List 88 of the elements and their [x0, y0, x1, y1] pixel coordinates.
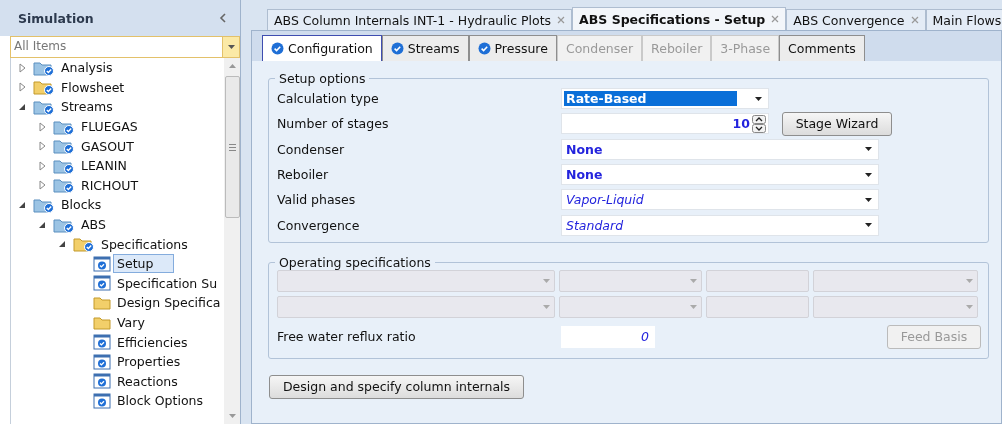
group-title: Setup options [278, 71, 367, 86]
checked-folder-icon [33, 79, 55, 96]
tree-item[interactable]: Specification Su [113, 273, 222, 293]
design-internals-button[interactable]: Design and specify column internals [269, 374, 524, 399]
close-icon[interactable] [910, 16, 919, 24]
field-label: Condenser [277, 141, 346, 157]
form-tab[interactable]: Comments [779, 35, 865, 61]
tree-item[interactable]: ABS [77, 215, 110, 235]
check-circle-icon [477, 42, 491, 55]
dropdown-arrow-icon[interactable] [865, 147, 872, 152]
field-label: Free water reflux ratio [277, 329, 417, 345]
dropdown-arrow-icon[interactable] [865, 197, 872, 202]
checked-folder-icon [53, 138, 75, 155]
document-tab[interactable]: ABS Specifications - Setup [572, 7, 787, 30]
tree-item[interactable]: LEANIN [77, 156, 131, 176]
tree-item[interactable]: Design Specifica [113, 293, 224, 313]
reflux-ratio-input[interactable]: 0 [561, 325, 655, 348]
expand-arrow-icon[interactable] [17, 62, 27, 73]
tree-item[interactable]: Blocks [57, 195, 106, 215]
checked-folder-icon [53, 216, 75, 233]
tree-item[interactable]: Analysis [57, 58, 117, 78]
field-label: Reboiler [277, 167, 330, 183]
scroll-down-arrow-icon[interactable] [228, 414, 236, 418]
check-circle-icon [390, 42, 404, 55]
checked-form-icon [93, 392, 111, 409]
checked-folder-icon [53, 177, 75, 194]
tree-item[interactable]: Setup [113, 254, 175, 274]
tree-item[interactable]: Efficiencies [113, 332, 192, 352]
tree-item[interactable]: Vary [113, 313, 149, 332]
expand-arrow-icon[interactable] [37, 180, 47, 191]
folder-icon [93, 314, 111, 331]
tree-item[interactable]: Specifications [97, 234, 192, 254]
expand-arrow-icon[interactable] [37, 121, 47, 132]
number-spinner[interactable]: 10 [561, 113, 769, 135]
scrollbar[interactable] [224, 58, 240, 424]
checked-form-icon [93, 275, 111, 292]
value-dropdown[interactable]: None [561, 138, 879, 160]
tree-item[interactable]: Properties [113, 352, 185, 372]
dropdown-arrow-icon[interactable] [865, 172, 872, 177]
close-icon[interactable] [771, 15, 780, 23]
checked-form-icon [93, 353, 111, 370]
document-tab[interactable]: ABS Column Internals INT-1 - Hydraulic Plots [267, 9, 573, 30]
value-dropdown[interactable]: None [561, 164, 879, 186]
folder-icon [93, 294, 111, 311]
checked-folder-icon [33, 196, 55, 213]
document-tab[interactable]: Main Flows [925, 9, 1002, 30]
checked-form-icon [93, 334, 111, 351]
value-dropdown[interactable]: Standard [561, 214, 879, 236]
document-tab[interactable]: ABS Convergence [786, 9, 926, 30]
scroll-up-arrow-icon[interactable] [228, 64, 236, 68]
tree-item[interactable]: Flowsheet [57, 77, 129, 97]
checked-folder-icon [33, 99, 55, 115]
checked-folder-icon [73, 236, 95, 253]
form-tab[interactable]: Pressure [468, 35, 557, 61]
tree-item[interactable]: FLUEGAS [77, 117, 142, 137]
expand-arrow-icon[interactable] [37, 141, 47, 152]
checked-folder-icon [33, 59, 55, 76]
collapse-arrow-icon[interactable] [57, 239, 67, 250]
group-title: Operating specifications [278, 254, 432, 270]
panel-title: Simulation [18, 10, 94, 26]
checked-form-icon [93, 373, 111, 390]
field-label: Calculation type [277, 91, 380, 107]
spinner-arrows-icon[interactable] [752, 114, 766, 133]
tree-item[interactable]: RICHOUT [77, 175, 143, 195]
tree-item[interactable]: Reactions [113, 371, 182, 391]
tree-item[interactable]: Streams [57, 97, 117, 117]
checked-folder-icon [53, 157, 75, 174]
expand-arrow-icon[interactable] [37, 160, 47, 171]
checked-form-icon [93, 255, 111, 272]
value-dropdown[interactable]: Rate-Based [561, 88, 769, 110]
check-circle-icon [271, 42, 284, 55]
tree-item[interactable]: Block Options [113, 391, 207, 411]
dropdown-arrow-icon[interactable] [865, 223, 872, 228]
checked-folder-icon [53, 118, 75, 135]
dropdown-arrow-icon[interactable] [755, 96, 762, 101]
field-label: Number of stages [277, 116, 390, 132]
expand-arrow-icon[interactable] [17, 82, 27, 93]
form-tab[interactable]: Streams [381, 35, 469, 61]
value-dropdown[interactable]: Vapor-Liquid [561, 189, 879, 211]
dropdown-arrow-icon[interactable] [227, 45, 235, 49]
filter-dropdown[interactable]: All Items [10, 36, 240, 58]
close-icon[interactable] [557, 16, 566, 24]
collapse-arrow-icon[interactable] [17, 102, 27, 112]
form-tab[interactable]: Configuration [262, 35, 382, 61]
field-label: Convergence [277, 217, 361, 233]
stage-wizard-button[interactable]: Stage Wizard [782, 111, 892, 136]
field-label: Valid phases [277, 192, 357, 208]
tree-item[interactable]: GASOUT [77, 136, 138, 156]
